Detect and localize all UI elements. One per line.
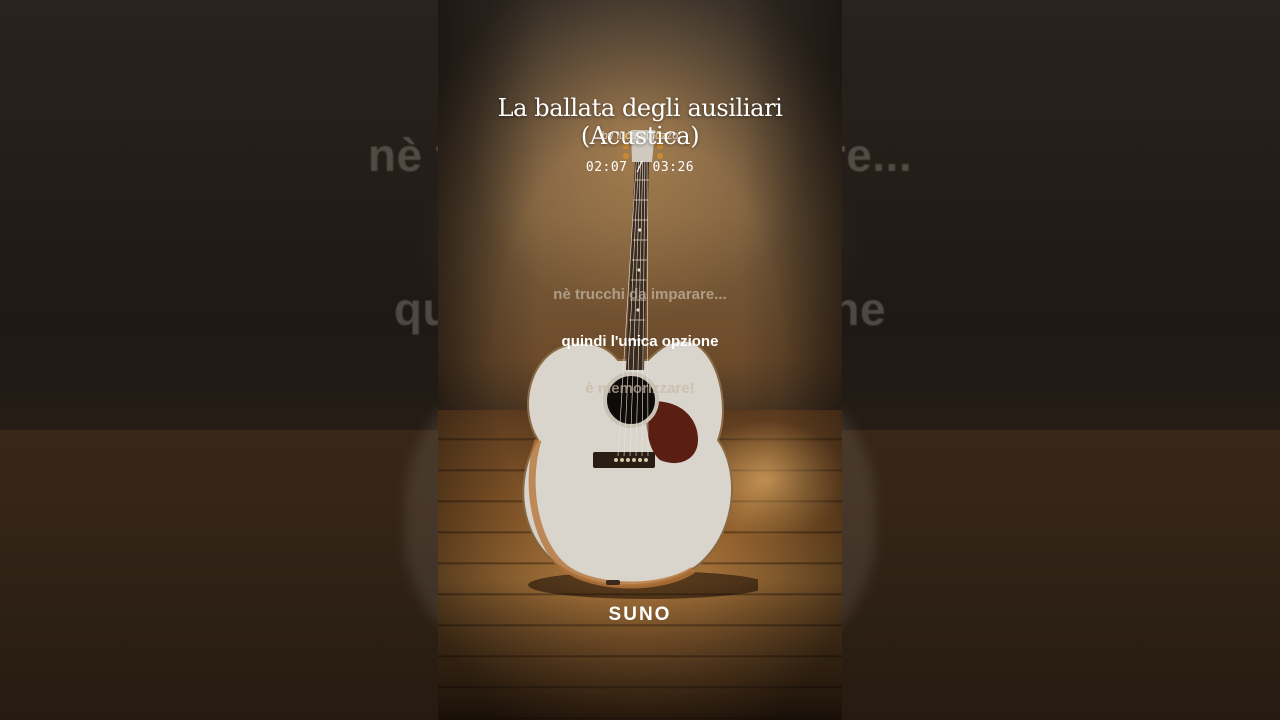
acoustic-guitar-image <box>522 130 758 599</box>
suno-logo: SUNO <box>608 604 672 625</box>
lyric-previous-line: nè trucchi da imparare... <box>553 286 727 303</box>
artist-byline: by lucapanozzo <box>601 130 679 142</box>
video-frame: nè trucchi da imparare... quindi l'unica… <box>0 0 1280 720</box>
lyric-next-line: è memorizzare! <box>585 380 695 397</box>
lyric-current-line: quindi l'unica opzione <box>561 333 719 350</box>
playback-time: 02:07 / 03:26 <box>585 160 695 175</box>
vertical-video-panel: La ballata degli ausiliari (Acustica) by… <box>438 0 842 720</box>
